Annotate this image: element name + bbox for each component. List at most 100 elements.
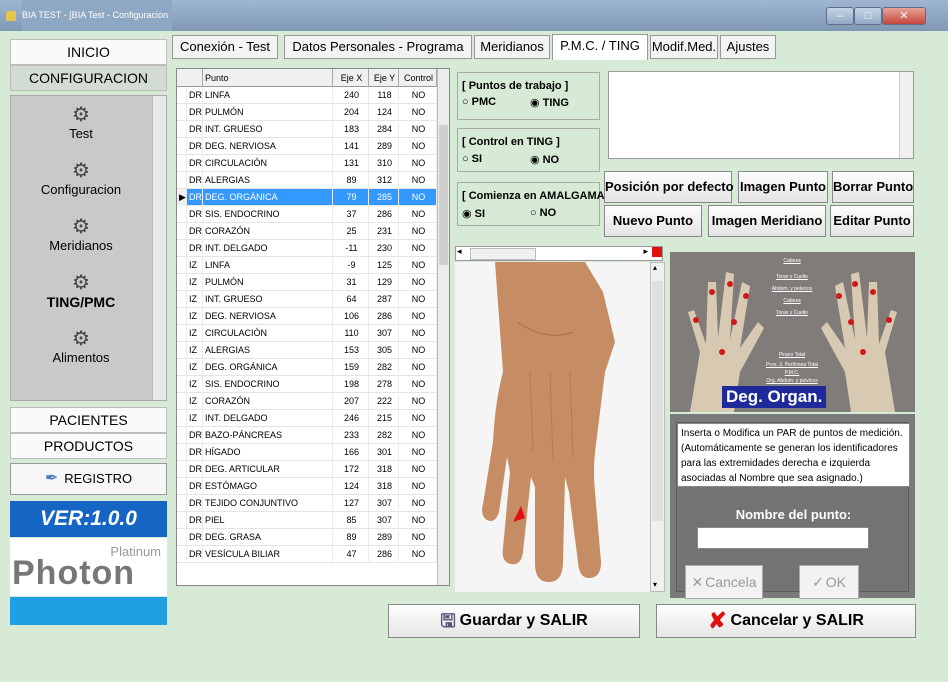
table-row[interactable]: DR DEG. ARTICULAR 172 318 NO [177, 461, 437, 478]
radio-amalgamas-si[interactable]: ◉ SI [462, 207, 485, 220]
col-header[interactable]: Punto [203, 69, 333, 87]
guardar-salir-button[interactable]: 🖫 Guardar y SALIR [388, 604, 640, 638]
radio-pmc[interactable]: ○ PMC [462, 96, 496, 108]
table-row[interactable]: IZ SIS. ENDOCRINO 198 278 NO [177, 376, 437, 393]
nav-productos[interactable]: PRODUCTOS [10, 433, 167, 459]
table-row[interactable]: DR TEJIDO CONJUNTIVO 127 307 NO [177, 495, 437, 512]
panel-item-test[interactable]: ⚙ Test [11, 104, 151, 142]
table-row[interactable]: DR BAZO-PÁNCREAS 233 282 NO [177, 427, 437, 444]
table-row[interactable]: DR HÍGADO 166 301 NO [177, 444, 437, 461]
table-row[interactable]: ▶ DR DEG. ORGÁNICA 79 285 NO [177, 189, 437, 206]
image-vscrollbar[interactable]: ▴ ▾ [650, 262, 665, 592]
ok-button[interactable]: ✓ OK [799, 565, 859, 599]
radio-label: NO [539, 207, 557, 219]
panel-item-ting-pmc[interactable]: ⚙ TING/PMC [11, 272, 151, 310]
scroll-down-icon[interactable]: ▾ [653, 580, 657, 589]
control-title: [ Control en TING ] [462, 136, 560, 148]
nuevo-punto-button[interactable]: Nuevo Punto [604, 205, 702, 237]
nav-configuracion[interactable]: CONFIGURACION [10, 65, 167, 91]
table-row[interactable]: DR ALERGIAS 89 312 NO [177, 172, 437, 189]
control-group [457, 128, 600, 172]
tab-pmc-ting[interactable]: P.M.C. / TING [552, 34, 648, 60]
col-header[interactable]: Control [399, 69, 437, 87]
cancela-button[interactable]: ✕ Cancela [685, 565, 763, 599]
anat-label: Prox. 3. Perifonea Total [766, 362, 818, 368]
table-row[interactable]: IZ CIRCULACIÓN 110 307 NO [177, 325, 437, 342]
posicion-defecto-button[interactable]: Posición por defecto [604, 171, 734, 203]
radio-icon: ◉ [462, 208, 472, 220]
radio-ting[interactable]: ◉ TING [530, 96, 569, 109]
table-row[interactable]: IZ LINFA -9 125 NO [177, 257, 437, 274]
eje-x-cell: -11 [333, 240, 369, 257]
radio-amalgamas-no[interactable]: ○ NO [530, 207, 556, 219]
scroll-thumb[interactable] [652, 281, 663, 521]
tab-modif-med[interactable]: Modif.Med. [650, 35, 718, 59]
table-row[interactable]: DR PIEL 85 307 NO [177, 512, 437, 529]
image-hscrollbar[interactable]: ◂ ▸ [455, 246, 663, 261]
table-row[interactable]: DR INT. GRUESO 183 284 NO [177, 121, 437, 138]
side-cell: IZ [187, 359, 203, 376]
memo-scrollbar[interactable] [899, 72, 913, 158]
control-cell: NO [399, 325, 437, 342]
eje-x-cell: 166 [333, 444, 369, 461]
control-cell: NO [399, 427, 437, 444]
side-cell: DR [187, 529, 203, 546]
scroll-right-icon[interactable]: ▸ [643, 246, 648, 257]
panel-item-configuracion[interactable]: ⚙ Configuracion [11, 160, 151, 198]
table-row[interactable]: DR DEG. GRASA 89 289 NO [177, 529, 437, 546]
table-row[interactable]: DR VESÍCULA BILIAR 47 286 NO [177, 546, 437, 563]
nombre-punto-input[interactable] [697, 527, 869, 549]
table-row[interactable]: IZ DEG. NERVIOSA 106 286 NO [177, 308, 437, 325]
punto-cell: ALERGIAS [203, 342, 333, 359]
table-row[interactable]: DR CIRCULACIÓN 131 310 NO [177, 155, 437, 172]
col-header[interactable]: Eje Y [369, 69, 399, 87]
row-indicator [177, 410, 187, 427]
table-row[interactable]: DR CORAZÓN 25 231 NO [177, 223, 437, 240]
table-row[interactable]: DR PULMÓN 204 124 NO [177, 104, 437, 121]
panel-scrollbar[interactable] [152, 96, 166, 400]
maximize-button[interactable]: □ [854, 7, 882, 25]
table-row[interactable]: DR ESTÓMAGO 124 318 NO [177, 478, 437, 495]
tab-conexion[interactable]: Conexión - Test [172, 35, 278, 59]
col-header[interactable] [187, 69, 203, 87]
borrar-punto-button[interactable]: Borrar Punto [832, 171, 914, 203]
editar-punto-button[interactable]: Editar Punto [830, 205, 914, 237]
scroll-thumb[interactable] [470, 248, 536, 260]
minimize-button[interactable]: – [826, 7, 854, 25]
panel-item-label: Configuracion [40, 182, 122, 197]
panel-item-meridianos[interactable]: ⚙ Meridianos [11, 216, 151, 254]
nav-pacientes[interactable]: PACIENTES [10, 407, 167, 433]
table-row[interactable]: IZ ALERGIAS 153 305 NO [177, 342, 437, 359]
table-row[interactable]: IZ INT. GRUESO 64 287 NO [177, 291, 437, 308]
panel-item-alimentos[interactable]: ⚙ Alimentos [11, 328, 151, 366]
scroll-up-icon[interactable]: ▴ [653, 263, 657, 272]
scroll-thumb[interactable] [439, 125, 448, 265]
registro-button[interactable]: ✒ REGISTRO [10, 463, 167, 495]
tab-ajustes[interactable]: Ajustes [720, 35, 776, 59]
table-row[interactable]: DR INT. DELGADO -11 230 NO [177, 240, 437, 257]
table-row[interactable]: IZ INT. DELGADO 246 215 NO [177, 410, 437, 427]
table-row[interactable]: DR SIS. ENDOCRINO 37 286 NO [177, 206, 437, 223]
cancelar-salir-button[interactable]: ✘ Cancelar y SALIR [656, 604, 916, 638]
tab-meridianos[interactable]: Meridianos [474, 35, 550, 59]
radio-control-no[interactable]: ◉ NO [530, 153, 559, 166]
table-row[interactable]: IZ DEG. ORGÁNICA 159 282 NO [177, 359, 437, 376]
amalgamas-title: [ Comienza en AMALGAMAS [462, 190, 612, 202]
table-row[interactable]: IZ CORAZÓN 207 222 NO [177, 393, 437, 410]
nav-inicio[interactable]: INICIO [10, 39, 167, 65]
radio-control-si[interactable]: ○ SI [462, 153, 482, 165]
table-row[interactable]: DR LINFA 240 118 NO [177, 87, 437, 104]
table-row[interactable]: IZ PULMÓN 31 129 NO [177, 274, 437, 291]
table-row[interactable]: DR DEG. NERVIOSA 141 289 NO [177, 138, 437, 155]
table-scrollbar[interactable] [437, 69, 449, 585]
col-header[interactable]: Eje X [333, 69, 369, 87]
imagen-meridiano-button[interactable]: Imagen Meridiano [708, 205, 826, 237]
scroll-left-icon[interactable]: ◂ [457, 246, 462, 257]
notes-textarea[interactable] [608, 71, 914, 159]
control-cell: NO [399, 274, 437, 291]
tab-datos-personales[interactable]: Datos Personales - Programa [284, 35, 472, 59]
imagen-punto-button[interactable]: Imagen Punto [738, 171, 828, 203]
close-button[interactable]: ✕ [882, 7, 926, 25]
hand-image[interactable] [455, 262, 650, 592]
side-cell: IZ [187, 393, 203, 410]
